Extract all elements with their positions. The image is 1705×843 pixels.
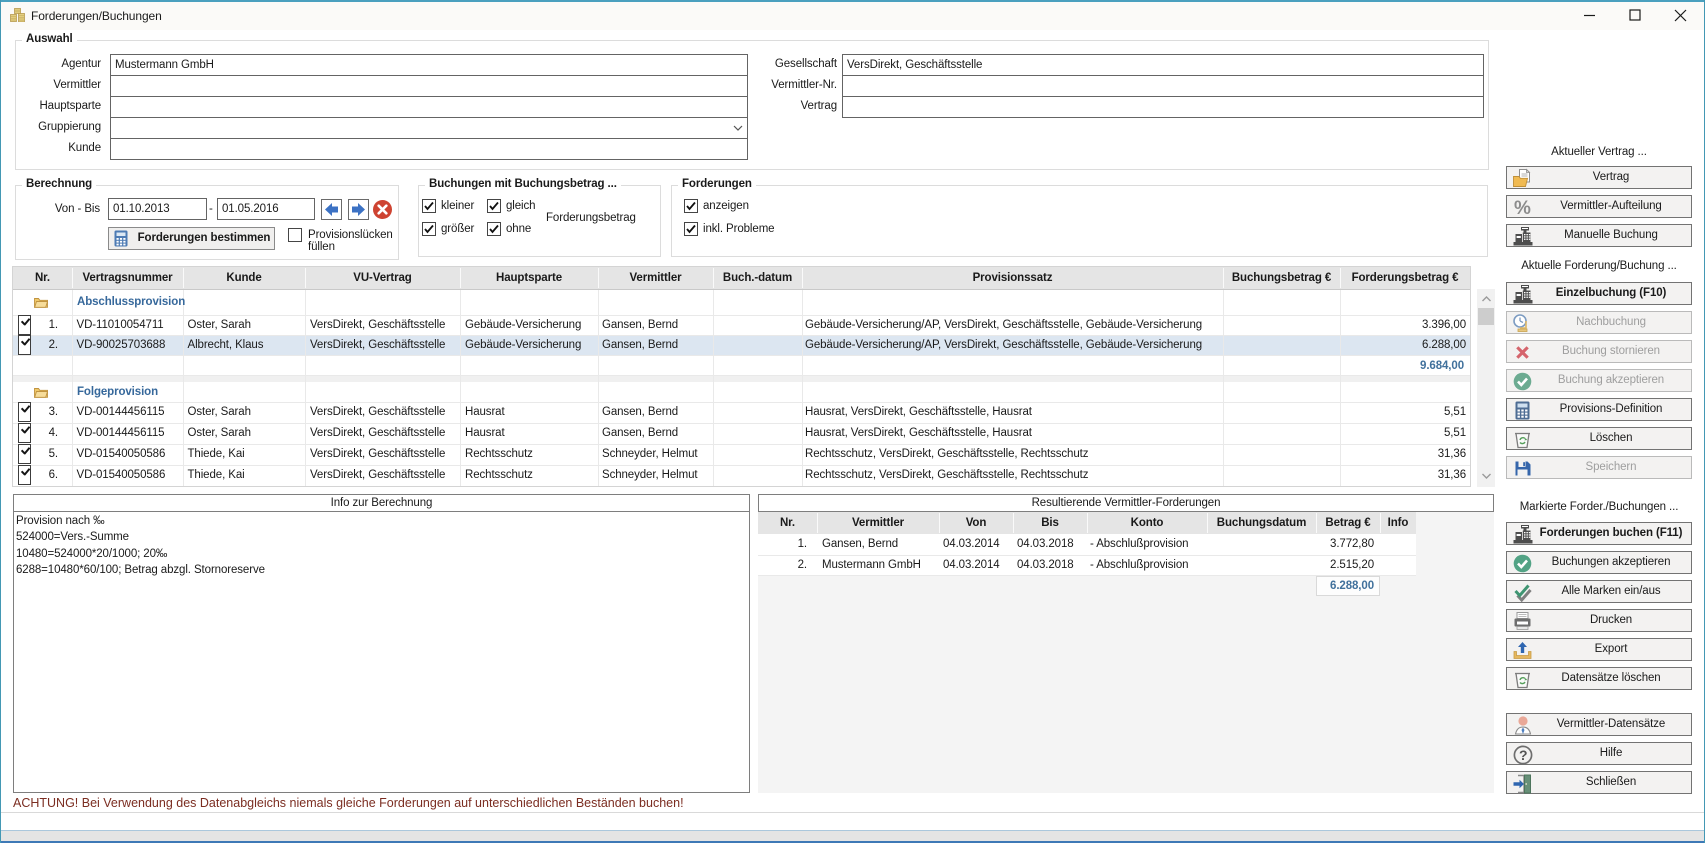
svg-text:?: ?: [1519, 747, 1527, 763]
svg-text:%: %: [1514, 198, 1531, 218]
